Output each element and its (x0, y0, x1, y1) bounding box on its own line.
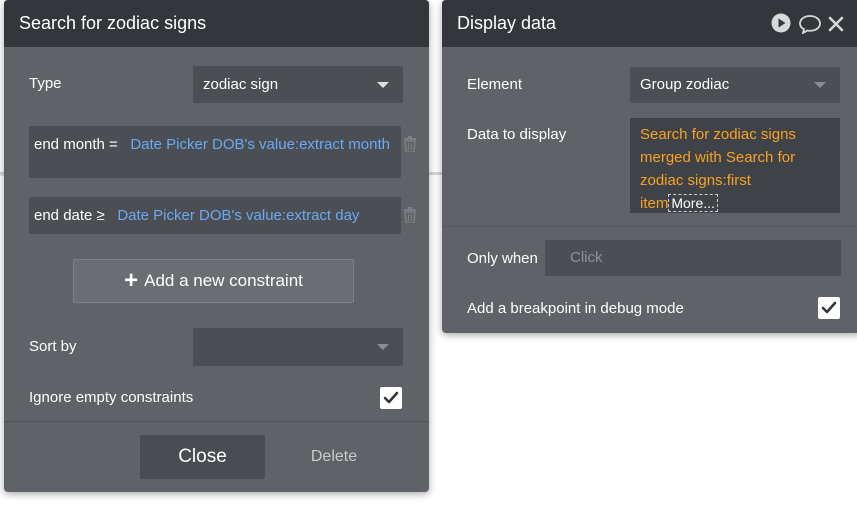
constraint-row[interactable]: end month = Date Picker DOB's value:extr… (29, 126, 401, 178)
more-link[interactable]: More... (668, 194, 718, 212)
chevron-down-icon (377, 344, 389, 350)
display-data-panel: Display data Element Group zodiac Data t… (442, 0, 857, 333)
sort-by-dropdown[interactable] (193, 328, 403, 366)
data-to-display-label: Data to display (467, 126, 567, 143)
panel-header-icons (771, 0, 857, 47)
trash-icon[interactable] (403, 136, 417, 152)
element-dropdown-value: Group zodiac (640, 76, 730, 93)
constraint-field: end month = (34, 136, 118, 153)
constraint-row[interactable]: end date ≥ Date Picker DOB's value:extra… (29, 197, 401, 234)
add-constraint-button[interactable]: + Add a new constraint (73, 259, 354, 303)
delete-button[interactable]: Delete (294, 435, 374, 479)
search-editor-panel: Search for zodiac signs Type zodiac sign… (4, 0, 429, 492)
search-panel-title: Search for zodiac signs (4, 0, 429, 47)
chevron-down-icon (377, 81, 389, 88)
footer-divider (4, 421, 429, 422)
trash-icon[interactable] (403, 207, 417, 223)
add-constraint-label: Add a new constraint (144, 271, 303, 290)
play-icon[interactable] (771, 13, 791, 33)
check-icon (383, 391, 399, 404)
plus-icon: + (124, 267, 139, 294)
element-label: Element (467, 76, 523, 93)
section-divider (442, 226, 857, 227)
comment-icon[interactable] (798, 14, 822, 34)
breakpoint-checkbox[interactable] (818, 297, 840, 319)
type-dropdown[interactable]: zodiac sign (193, 66, 403, 103)
element-dropdown[interactable]: Group zodiac (630, 67, 840, 103)
sort-by-label: Sort by (29, 338, 77, 355)
constraint-field: end date ≥ (34, 207, 105, 224)
constraint-expression[interactable]: Date Picker DOB's value:extract day (117, 207, 359, 224)
close-button[interactable]: Close (140, 435, 265, 479)
type-label: Type (29, 75, 62, 92)
check-icon (821, 301, 837, 314)
ignore-empty-label: Ignore empty constraints (29, 389, 194, 406)
only-when-label: Only when (467, 250, 538, 267)
constraint-expression[interactable]: Date Picker DOB's value:extract month (130, 136, 390, 153)
ignore-empty-checkbox[interactable] (380, 387, 402, 409)
data-expression-text: Search for zodiac signs merged with Sear… (640, 126, 796, 212)
chevron-down-icon (814, 82, 826, 88)
type-dropdown-value: zodiac sign (203, 76, 279, 93)
breakpoint-label: Add a breakpoint in debug mode (467, 300, 684, 317)
only-when-input[interactable]: Click (545, 240, 841, 276)
close-icon[interactable] (828, 16, 844, 32)
data-to-display-expression[interactable]: Search for zodiac signs merged with Sear… (630, 118, 840, 213)
